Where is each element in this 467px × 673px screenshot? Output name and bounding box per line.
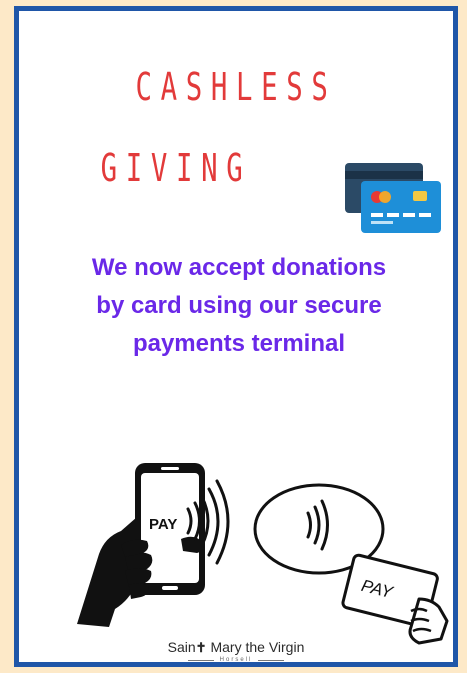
divider-right [258,659,285,661]
donation-message: We now accept donations by card using ou… [39,249,439,363]
contactless-card-icon: PAY [253,483,449,645]
credit-card-icon [345,163,441,233]
title-line-2: GIVING [100,146,252,190]
card-front [361,181,441,233]
church-name-part1: Sain [167,639,196,655]
cross-icon: ✝ [195,640,207,655]
message-line-1: We now accept donations [91,254,387,281]
location-label: Horsell [219,657,253,663]
title-line-1: CASHLESS [135,65,337,109]
church-location: Horsell [19,657,453,663]
divider-left [187,659,214,661]
poster: CASHLESS GIVING We now accept donations … [14,6,458,667]
church-name: Sain✝ Mary the Virgin [19,639,453,656]
phone-pay-label: PAY [149,516,177,533]
message-line-2: by card using our secure [96,292,382,319]
church-name-part2: Mary the Virgin [206,639,305,655]
message-line-3: payments terminal [132,330,346,357]
contactless-phone-icon: PAY [77,463,230,627]
church-logo: Sain✝ Mary the Virgin Horsell [19,639,453,663]
